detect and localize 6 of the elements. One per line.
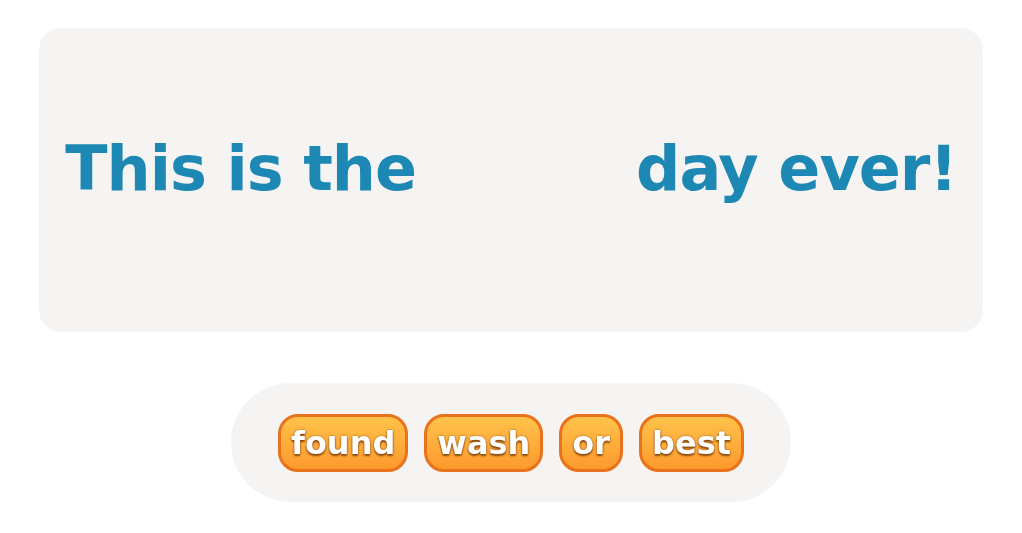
sentence-end: day ever! — [636, 130, 957, 207]
word-button[interactable]: wash — [424, 413, 544, 472]
word-button[interactable]: or — [559, 413, 624, 472]
word-button[interactable]: found — [277, 413, 409, 472]
sentence-start: This is the — [65, 130, 417, 207]
word-button[interactable]: best — [639, 413, 745, 472]
